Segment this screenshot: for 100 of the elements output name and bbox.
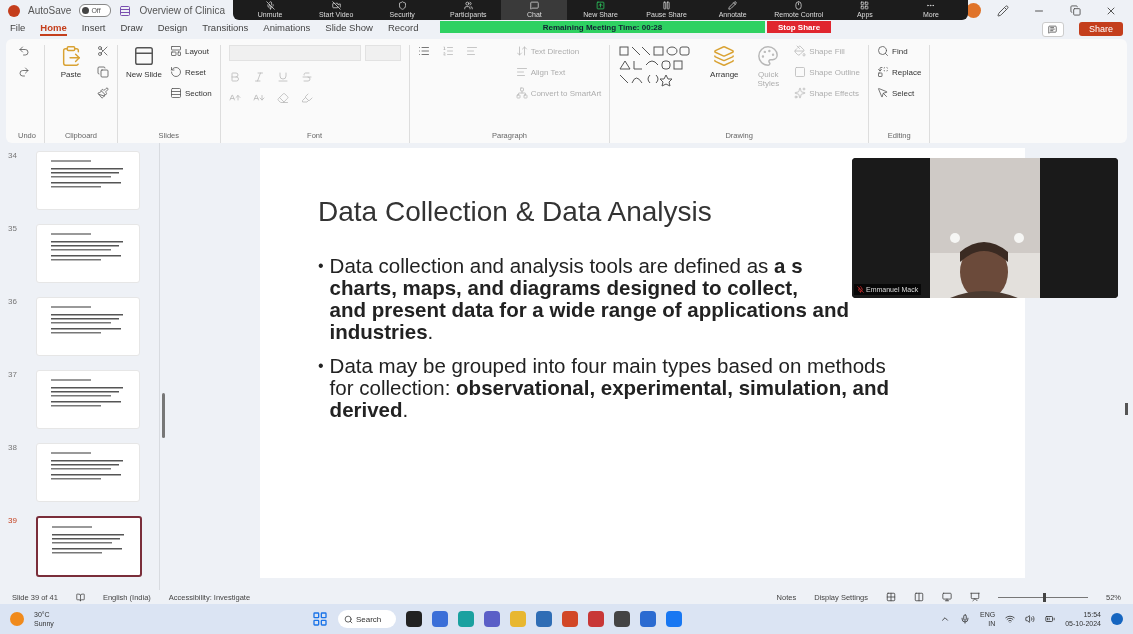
ribbon-button[interactable] bbox=[96, 87, 109, 99]
bullet-text: charts, maps, and diagrams designed to collect, bbox=[329, 277, 799, 299]
ribbon-tab[interactable]: Design bbox=[157, 22, 188, 36]
ribbon-button[interactable] bbox=[18, 66, 30, 78]
ribbon-tab[interactable]: File bbox=[10, 22, 26, 36]
font-grow-icon bbox=[228, 92, 241, 104]
reset-icon bbox=[169, 66, 182, 78]
ribbon-button[interactable]: Select bbox=[877, 87, 922, 99]
slide-thumbnail[interactable] bbox=[36, 516, 142, 577]
replace-icon bbox=[877, 66, 889, 78]
ribbon-button[interactable]: Section bbox=[169, 87, 212, 99]
share-icon bbox=[596, 1, 605, 10]
document-title: Overview of Clinica bbox=[139, 5, 225, 16]
bullet-list-icon bbox=[417, 45, 430, 57]
restore-icon[interactable] bbox=[1069, 5, 1081, 16]
font-size-field[interactable] bbox=[364, 45, 401, 61]
slide-title: Data Collection & Data Analysis bbox=[318, 196, 713, 228]
scrollbar-thumb[interactable] bbox=[161, 393, 165, 438]
slide-number: 36 bbox=[8, 297, 18, 308]
people-icon bbox=[463, 1, 473, 10]
video-off-icon bbox=[331, 1, 341, 10]
slide-number: 38 bbox=[8, 443, 18, 454]
ribbon-button[interactable] bbox=[18, 45, 30, 57]
volume-icon[interactable] bbox=[1025, 614, 1036, 624]
ribbon-button[interactable]: Paste bbox=[52, 45, 89, 79]
pause-icon bbox=[662, 1, 672, 10]
font-name-field[interactable] bbox=[228, 45, 361, 61]
slideshow-icon[interactable] bbox=[970, 592, 980, 602]
layout-icon bbox=[169, 45, 182, 57]
bold-icon bbox=[228, 71, 241, 83]
brush-icon bbox=[96, 87, 109, 99]
scrollbar-thumb[interactable] bbox=[1124, 403, 1128, 415]
ribbon-tab[interactable]: Draw bbox=[120, 22, 143, 36]
search-field[interactable]: Search bbox=[337, 610, 396, 628]
ribbon-button[interactable]: Reset bbox=[169, 66, 212, 78]
ribbon-tab[interactable]: Home bbox=[40, 22, 67, 36]
zoom-slider-thumb[interactable] bbox=[1043, 592, 1046, 602]
reading-view-icon[interactable] bbox=[942, 592, 952, 602]
sorter-view-icon[interactable] bbox=[914, 592, 924, 602]
mic-icon[interactable] bbox=[960, 614, 970, 624]
numbered-list-icon bbox=[441, 45, 454, 57]
ribbon-tab[interactable]: Insert bbox=[81, 22, 106, 36]
scissors-icon bbox=[96, 45, 109, 57]
ribbon-tab[interactable]: Transitions bbox=[202, 22, 249, 36]
ribbon-button[interactable]: Replace bbox=[877, 66, 922, 78]
slide-number: 35 bbox=[8, 224, 18, 235]
font-shrink-icon bbox=[252, 92, 265, 104]
battery-icon[interactable] bbox=[1045, 614, 1056, 624]
save-icon[interactable] bbox=[119, 4, 132, 17]
layers-icon bbox=[713, 45, 736, 67]
normal-view-icon[interactable] bbox=[886, 592, 896, 602]
powerpoint-logo-icon bbox=[8, 4, 20, 17]
notification-badge[interactable] bbox=[1111, 613, 1123, 625]
eraser-icon bbox=[276, 92, 289, 104]
bullet-text: industries. bbox=[329, 321, 434, 343]
ribbon-button[interactable]: Find bbox=[877, 45, 922, 57]
comments-button[interactable] bbox=[1041, 21, 1064, 37]
bullet-text: Data collection and analysis tools are defined as a s bbox=[329, 255, 804, 277]
chat-icon bbox=[529, 1, 539, 10]
share-button[interactable]: Share bbox=[1078, 22, 1123, 36]
taskbar-app-icon[interactable] bbox=[405, 611, 422, 627]
strikethrough-icon bbox=[300, 71, 313, 83]
align-left-icon bbox=[465, 45, 478, 57]
slide-icon bbox=[132, 45, 155, 67]
start-icon[interactable] bbox=[311, 611, 328, 627]
ribbon-button[interactable]: Arrange bbox=[706, 45, 743, 79]
undo-icon bbox=[18, 45, 30, 57]
ribbon-button[interactable]: Layout bbox=[169, 45, 212, 57]
align-left-icon bbox=[515, 66, 528, 78]
taskbar-app-icon[interactable] bbox=[613, 611, 630, 627]
mouse-icon bbox=[794, 1, 804, 10]
redo-icon bbox=[18, 66, 30, 78]
bullet-marker: • bbox=[318, 356, 324, 376]
pen-icon[interactable] bbox=[997, 4, 1009, 17]
ribbon-tab[interactable]: Slide Show bbox=[325, 22, 373, 36]
bullet-marker: • bbox=[318, 256, 324, 276]
ribbon-button[interactable] bbox=[96, 45, 109, 57]
stop-share-button[interactable]: Stop Share bbox=[767, 21, 831, 33]
meeting-timer: Remaining Meeting Time: 00:28 bbox=[440, 21, 765, 33]
ribbon-tab[interactable]: Record bbox=[387, 22, 419, 36]
square-icon bbox=[794, 66, 807, 78]
search-icon bbox=[877, 45, 889, 57]
highlighter-icon bbox=[300, 92, 313, 104]
book-icon[interactable] bbox=[75, 592, 85, 602]
apps-icon bbox=[860, 1, 870, 10]
copy-icon bbox=[96, 66, 109, 78]
slide-number: 34 bbox=[8, 151, 18, 162]
search-icon bbox=[343, 614, 353, 624]
ribbon-button[interactable] bbox=[96, 66, 109, 78]
ribbon-button[interactable]: New Slide bbox=[125, 45, 162, 79]
chevron-up-icon[interactable] bbox=[940, 614, 950, 624]
more-icon bbox=[926, 1, 936, 10]
wifi-icon[interactable] bbox=[1005, 614, 1016, 624]
shield-icon bbox=[397, 1, 407, 10]
section-icon bbox=[169, 87, 182, 99]
pointer-icon bbox=[877, 87, 889, 99]
underline-icon bbox=[276, 71, 289, 83]
paint-bucket-icon bbox=[794, 45, 807, 57]
ribbon-tab[interactable]: Animations bbox=[263, 22, 311, 36]
bullet-text: and present data for a wide range of applications and bbox=[329, 299, 850, 321]
